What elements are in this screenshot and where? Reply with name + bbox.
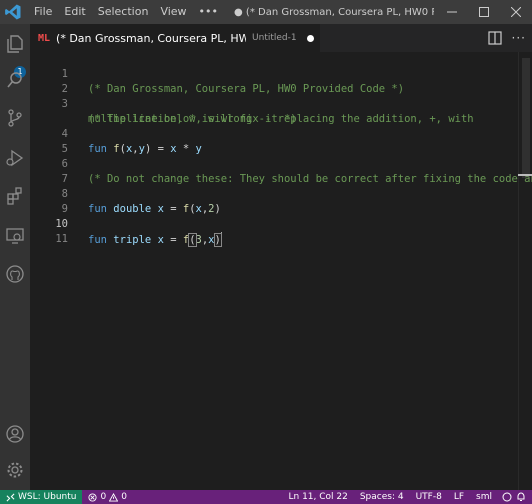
editor-tab-bar: ML (* Dan Grossman, Coursera PL, HW0 Pro… xyxy=(30,24,532,52)
code-line: 11 xyxy=(30,217,532,245)
remote-icon xyxy=(6,493,15,501)
split-editor-icon[interactable] xyxy=(487,31,502,45)
window-controls xyxy=(436,0,532,24)
remote-indicator[interactable]: WSL: Ubuntu xyxy=(0,490,83,504)
line-number: 11 xyxy=(55,233,68,245)
vscode-logo-icon[interactable] xyxy=(4,3,22,21)
text-cursor xyxy=(220,232,222,245)
warning-count: 0 xyxy=(121,492,127,502)
search-icon[interactable] xyxy=(3,68,27,92)
language-mode[interactable]: sml xyxy=(470,490,498,504)
menu-more[interactable]: ••• xyxy=(193,0,224,24)
feedback-icon[interactable] xyxy=(502,492,512,502)
github-icon[interactable] xyxy=(3,262,27,286)
close-button[interactable] xyxy=(500,0,532,24)
problems-indicator[interactable]: 0 0 xyxy=(82,490,132,504)
code-line: 1 (* Dan Grossman, Coursera PL, HW0 Prov… xyxy=(30,52,532,95)
error-icon xyxy=(88,492,98,502)
overview-cursor-marker xyxy=(518,174,532,176)
code-line: 3 (* The line below is wrong -- replacin… xyxy=(30,82,532,125)
settings-gear-icon[interactable] xyxy=(3,458,27,482)
unsaved-dot-icon[interactable] xyxy=(306,34,314,42)
run-debug-icon[interactable] xyxy=(3,146,27,170)
encoding[interactable]: UTF-8 xyxy=(410,490,448,504)
accounts-icon[interactable] xyxy=(3,422,27,446)
menu-selection[interactable]: Selection xyxy=(92,0,155,24)
code-line: 7 xyxy=(30,157,532,185)
maximize-button[interactable] xyxy=(468,0,500,24)
code-line: 6 (* Do not change these: They should be… xyxy=(30,142,532,185)
warning-icon xyxy=(109,492,119,502)
scrollbar-slider[interactable] xyxy=(522,58,530,178)
overview-ruler[interactable] xyxy=(518,52,532,490)
minimize-icon xyxy=(447,11,457,13)
status-bar-right: Ln 11, Col 22 Spaces: 4 UTF-8 LF sml xyxy=(282,490,532,504)
activity-bar: 1 xyxy=(0,24,30,490)
end-of-line[interactable]: LF xyxy=(448,490,470,504)
tab-description: Untitled-1 xyxy=(252,33,297,43)
remote-explorer-icon[interactable] xyxy=(3,224,27,248)
title-bar: File Edit Selection View ••• ● (* Dan Gr… xyxy=(0,0,532,24)
code-line-active: 10 fun triple x = f(3,x) xyxy=(30,202,532,247)
cursor-position[interactable]: Ln 11, Col 22 xyxy=(282,490,353,504)
error-count: 0 xyxy=(100,492,107,502)
close-icon xyxy=(511,7,521,17)
tab-title: (* Dan Grossman, Coursera PL, HW0 Provid xyxy=(56,31,247,45)
maximize-icon xyxy=(479,7,489,17)
extensions-icon[interactable] xyxy=(3,184,27,208)
remote-label: WSL: Ubuntu xyxy=(18,492,77,502)
code-line: 8 fun double x = f(x,2) xyxy=(30,172,532,215)
editor-actions: ··· xyxy=(487,24,526,52)
menu-edit[interactable]: Edit xyxy=(58,0,91,24)
code-line: 2 xyxy=(30,67,532,95)
minimize-button[interactable] xyxy=(436,0,468,24)
code-line: 5 xyxy=(30,127,532,155)
sml-file-icon: ML xyxy=(38,32,51,44)
explorer-icon[interactable] xyxy=(3,32,27,56)
source-control-icon[interactable] xyxy=(3,106,27,130)
window-title: ● (* Dan Grossman, Coursera PL, HW0 Prov… xyxy=(234,6,434,18)
code-text: fun triple x = f(3,x) xyxy=(88,232,222,247)
indentation[interactable]: Spaces: 4 xyxy=(354,490,410,504)
code-editor[interactable]: 1 (* Dan Grossman, Coursera PL, HW0 Prov… xyxy=(30,52,532,490)
code-line: 9 xyxy=(30,187,532,215)
editor-tab-untitled-1[interactable]: ML (* Dan Grossman, Coursera PL, HW0 Pro… xyxy=(30,24,320,52)
menu-view[interactable]: View xyxy=(154,0,192,24)
notifications-bell-icon[interactable] xyxy=(516,492,526,502)
status-bar: WSL: Ubuntu 0 0 Ln 11, Col 22 Spaces: 4 … xyxy=(0,490,532,504)
more-actions-icon[interactable]: ··· xyxy=(512,31,526,45)
code-line-wrapped: multiplication, *, will fix it *) xyxy=(30,97,532,125)
code-line: 4 fun f(x,y) = x * y xyxy=(30,112,532,155)
menu-file[interactable]: File xyxy=(28,0,58,24)
